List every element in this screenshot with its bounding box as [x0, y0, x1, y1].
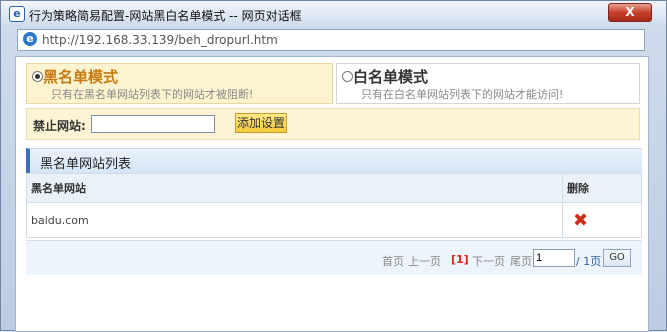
blacklist-mode-title: 黑名单模式 — [43, 68, 119, 86]
address-bar: e http://192.168.33.139/beh_dropurl.htm — [17, 29, 645, 51]
ie-page-icon: e — [23, 32, 37, 46]
current-page: [1] — [451, 253, 469, 266]
last-page-link[interactable]: 尾页 — [510, 253, 532, 269]
prev-page-link[interactable]: 上一页 — [408, 253, 441, 269]
blacklist-section-title: 黑名单网站列表 — [40, 157, 132, 172]
blacklist-radio[interactable] — [32, 71, 43, 82]
block-site-input[interactable] — [91, 115, 215, 133]
next-page-link[interactable]: 下一页 — [472, 253, 505, 269]
whitelist-mode-desc: 只有在白名单网站列表下的网站才能访问! — [361, 88, 564, 101]
blacklist-mode-option[interactable]: 黑名单模式 只有在黑名单网站列表下的网站才被阻断! — [26, 63, 333, 104]
blacklist-table: 黑名单网站 删除 baidu.com ✖ — [26, 173, 642, 238]
ie-icon: e — [9, 6, 25, 22]
column-header-site: 黑名单网站 — [26, 173, 563, 203]
blacklist-section-header: 黑名单网站列表 — [26, 148, 642, 174]
delete-cell: ✖ — [562, 202, 642, 238]
block-site-label: 禁止网站: — [33, 119, 86, 133]
whitelist-mode-option[interactable]: 白名单模式 只有在白名单网站列表下的网站才能访问! — [336, 63, 640, 104]
address-url: http://192.168.33.139/beh_dropurl.htm — [42, 33, 278, 47]
table-row: baidu.com ✖ — [26, 202, 642, 238]
delete-x-icon[interactable]: ✖ — [573, 210, 588, 231]
site-cell: baidu.com — [26, 202, 563, 238]
go-button[interactable]: GO — [603, 249, 631, 267]
dialog-content: 黑名单模式 只有在黑名单网站列表下的网站才被阻断! 白名单模式 只有在白名单网站… — [15, 56, 649, 332]
block-site-bar: 禁止网站: 添加设置 — [26, 108, 640, 140]
column-header-delete: 删除 — [562, 173, 642, 203]
add-setting-button[interactable]: 添加设置 — [235, 113, 287, 133]
close-button[interactable]: X — [608, 3, 652, 22]
first-page-link[interactable]: 首页 — [382, 253, 404, 269]
whitelist-radio[interactable] — [342, 71, 353, 82]
total-pages: / 1页 — [576, 255, 602, 268]
title-bar[interactable]: e 行为策略简易配置-网站黑白名单模式 -- 网页对话框 X — [1, 1, 666, 26]
pagination-bar: 首页 上一页 [1] 下一页 尾页 / 1页 GO — [26, 240, 642, 275]
page-number-input[interactable] — [533, 249, 575, 267]
dialog-window: e 行为策略简易配置-网站黑白名单模式 -- 网页对话框 X e http://… — [0, 0, 667, 332]
window-title: 行为策略简易配置-网站黑白名单模式 -- 网页对话框 — [29, 9, 302, 23]
whitelist-mode-title: 白名单模式 — [353, 68, 429, 86]
blacklist-mode-desc: 只有在黑名单网站列表下的网站才被阻断! — [51, 88, 254, 101]
table-header-row: 黑名单网站 删除 — [26, 173, 642, 203]
